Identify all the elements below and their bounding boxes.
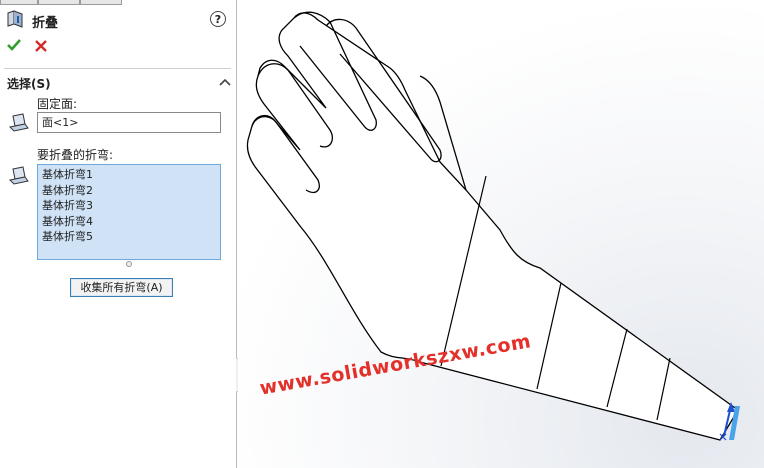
cancel-button[interactable] [35,40,47,52]
face-selection-icon [8,112,30,134]
list-resize-handle[interactable] [126,261,132,267]
check-icon [7,39,21,51]
feature-title: 折叠 [32,16,59,31]
list-item[interactable]: 基体折弯5 [42,229,220,245]
divider [4,68,231,69]
tab-configuration[interactable] [80,0,122,5]
panel-tabs [0,0,237,5]
selection-section-header[interactable]: 选择(S) [7,75,232,91]
tab-feature-manager[interactable] [0,0,38,5]
list-item[interactable]: 基体折弯2 [42,183,220,199]
list-item[interactable]: 基体折弯4 [42,214,220,230]
list-item[interactable]: 基体折弯3 [42,198,220,214]
fold-feature-icon [6,10,26,28]
bends-label: 要折叠的折弯: [37,148,114,162]
chevron-up-icon [219,78,231,86]
collapse-button[interactable] [219,76,231,86]
section-title: 选择(S) [7,77,51,91]
collect-all-bends-button[interactable]: 收集所有折弯(A) [70,278,173,297]
help-button[interactable]: ? [210,11,226,27]
feature-title-row: 折叠 ? [6,10,231,31]
bend-selection-icon [8,165,30,187]
property-manager: 折叠 ? 选择(S) 固定面: 面<1> 要折叠的折弯: 基体折弯1 基体折弯2… [0,0,237,468]
tab-property-manager[interactable] [38,0,80,5]
fixed-face-field[interactable]: 面<1> [37,112,221,133]
ok-button[interactable] [7,38,21,52]
graphics-viewport[interactable] [238,0,764,468]
list-item[interactable]: 基体折弯1 [42,167,220,183]
close-icon [35,40,47,52]
bends-list[interactable]: 基体折弯1 基体折弯2 基体折弯3 基体折弯4 基体折弯5 [37,164,221,260]
fixed-face-label: 固定面: [37,97,78,111]
